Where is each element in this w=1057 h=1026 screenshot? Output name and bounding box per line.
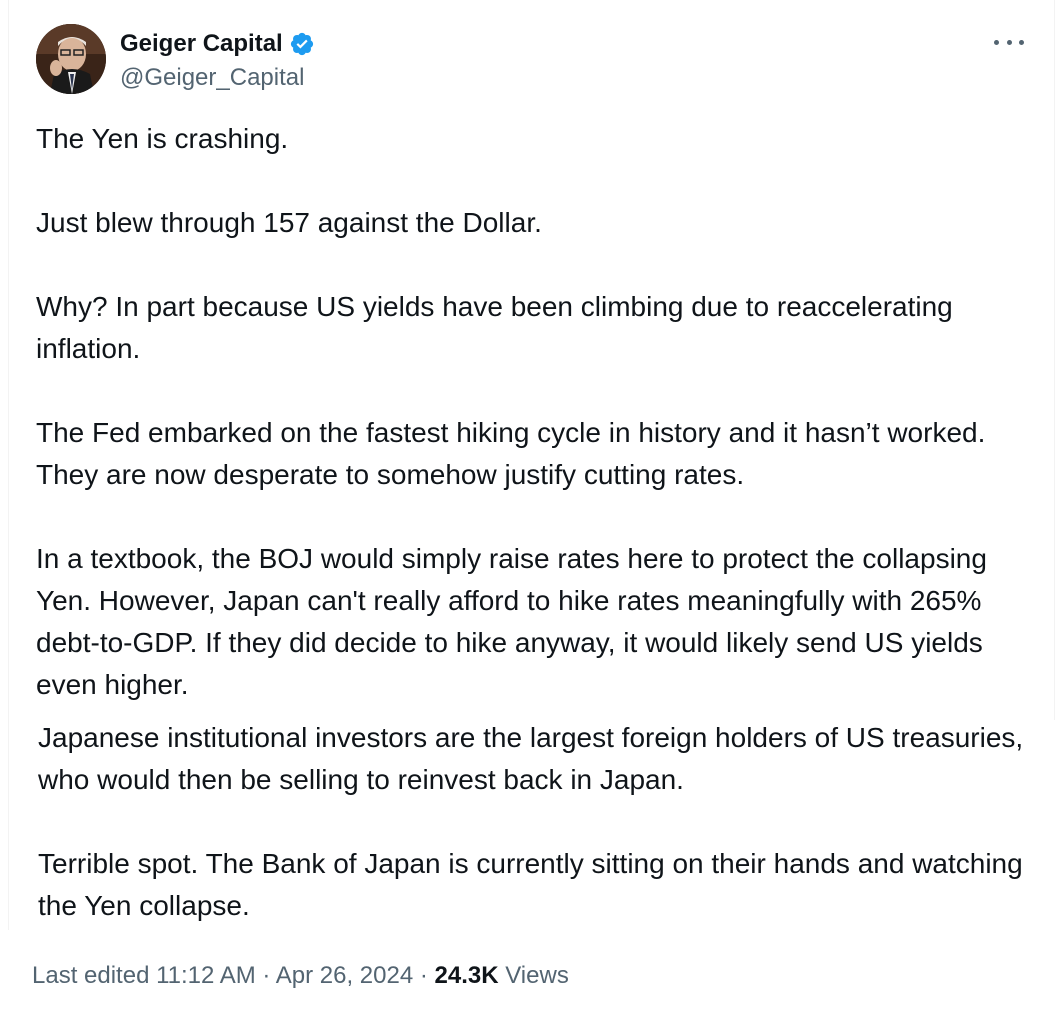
avatar-photo [36, 24, 106, 94]
tweet-paragraph: Why? In part because US yields have been… [36, 291, 953, 364]
views-label: Views [505, 962, 569, 989]
more-horizontal-icon [1019, 39, 1024, 45]
tweet-text-continuation: Japanese institutional investors are the… [38, 717, 1043, 927]
divider [8, 0, 9, 930]
tweet-card: Geiger Capital @Geiger_Capital The Yen i… [0, 0, 1057, 1026]
tweet-paragraph: The Fed embarked on the fastest hiking c… [36, 417, 986, 490]
tweet-header: Geiger Capital @Geiger_Capital [36, 24, 1036, 98]
tweet-paragraph: Just blew through 157 against the Dollar… [36, 207, 542, 238]
display-name[interactable]: Geiger Capital [120, 30, 283, 58]
user-handle[interactable]: @Geiger_Capital [120, 64, 304, 92]
edited-label[interactable]: Last edited [32, 962, 149, 989]
tweet-text: The Yen is crashing. Just blew through 1… [36, 118, 1041, 706]
tweet-paragraph: Terrible spot. The Bank of Japan is curr… [38, 848, 1023, 921]
more-options-button[interactable] [994, 32, 1024, 52]
separator: · [419, 962, 428, 989]
more-horizontal-icon [1006, 39, 1012, 45]
avatar[interactable] [36, 24, 106, 94]
more-horizontal-icon [994, 39, 999, 45]
tweet-time[interactable]: 11:12 AM [156, 962, 256, 989]
tweet-metadata: Last edited 11:12 AM · Apr 26, 2024 · 24… [32, 958, 569, 994]
separator: · [262, 962, 271, 989]
tweet-paragraph: In a textbook, the BOJ would simply rais… [36, 543, 987, 700]
verified-badge-icon [289, 31, 315, 57]
tweet-date[interactable]: Apr 26, 2024 [276, 962, 413, 989]
tweet-paragraph: Japanese institutional investors are the… [38, 722, 1024, 795]
name-row: Geiger Capital [120, 30, 315, 58]
views-count: 24.3K [434, 962, 499, 989]
divider [1054, 0, 1055, 720]
tweet-paragraph: The Yen is crashing. [36, 123, 289, 154]
